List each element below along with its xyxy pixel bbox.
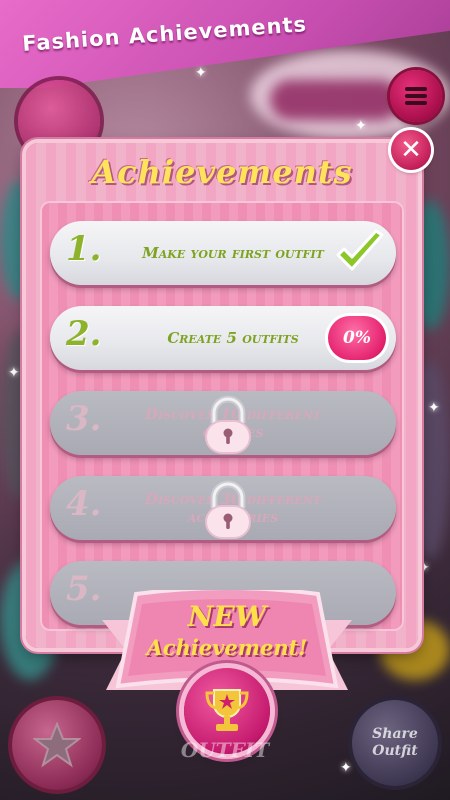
sparkle-icon: ✦ bbox=[340, 760, 352, 776]
new-achievement-text: NEW Achievement! bbox=[96, 600, 358, 660]
close-icon: ✕ bbox=[400, 135, 422, 165]
sparkle-icon: ✦ bbox=[418, 560, 430, 576]
menu-icon bbox=[405, 84, 427, 108]
sparkle-icon: ✦ bbox=[355, 118, 367, 134]
achievement-row-4[interactable]: 4. Discover 30 different accessories bbox=[50, 476, 396, 540]
achievement-number: 4. bbox=[66, 484, 102, 524]
star-icon bbox=[33, 722, 81, 768]
sparkle-icon: ✦ bbox=[8, 365, 20, 381]
outfit-label: Outfit bbox=[372, 743, 418, 759]
menu-button[interactable] bbox=[390, 70, 442, 122]
achievement-row-2[interactable]: 2. Create 5 outfits 0% bbox=[50, 306, 396, 370]
achievement-number: 3. bbox=[66, 399, 102, 439]
sparkle-icon: ✦ bbox=[195, 65, 207, 81]
share-outfit-button[interactable]: Share Outfit bbox=[352, 700, 438, 786]
favorites-button[interactable] bbox=[12, 700, 102, 790]
achievement-number: 1. bbox=[66, 229, 102, 269]
close-button[interactable]: ✕ bbox=[391, 130, 431, 170]
outfit-button[interactable]: OUTFIT bbox=[170, 710, 280, 790]
lock-icon bbox=[205, 480, 251, 539]
sparkle-icon: ✦ bbox=[428, 400, 440, 416]
achievement-row-3[interactable]: 3. Discover 10 different clothes bbox=[50, 391, 396, 455]
panel-title: Achievements bbox=[91, 153, 353, 191]
achievement-label: Achievement! bbox=[146, 635, 308, 660]
new-label: NEW bbox=[187, 600, 267, 633]
progress-badge: 0% bbox=[328, 316, 386, 360]
share-label: Share bbox=[372, 726, 418, 743]
achievement-label: Make your first outfit bbox=[142, 244, 324, 262]
achievement-label: Create 5 outfits bbox=[167, 329, 299, 347]
background-lipstick bbox=[270, 80, 400, 120]
lock-icon bbox=[205, 395, 251, 454]
checkmark-icon bbox=[336, 229, 384, 271]
achievement-number: 2. bbox=[66, 314, 102, 354]
achievement-row-1[interactable]: 1. Make your first outfit bbox=[50, 221, 396, 285]
